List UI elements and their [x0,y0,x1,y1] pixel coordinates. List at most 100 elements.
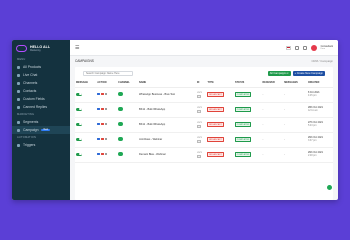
sidebar-item-icon [17,120,20,124]
campaign-id: #571 [196,152,202,159]
sidebar-item[interactable]: Channels [12,79,70,87]
action-cell [96,102,118,118]
campaign-name[interactable]: BK11 - Bulk WhatsApp [138,117,196,133]
receiver-cell: - [261,87,284,103]
campaign-name[interactable]: WhatsApp Business - Bius Test [138,87,196,103]
sidebar-item[interactable]: Triggers [12,141,70,149]
user-info[interactable]: Consultant Free [321,45,333,50]
breadcrumb-home[interactable]: CRM [312,59,318,63]
create-campaign-button[interactable]: + Create New Campaign [292,70,325,76]
copy-id-icon[interactable] [196,155,201,159]
status-badge: COMPLETED [234,152,252,157]
id-cell: #571 [195,147,207,163]
created-cell: 26th Oct 2021 2:48 pm [306,147,333,163]
edit-icon[interactable] [97,152,100,156]
sidebar-item[interactable]: Live Chat [12,71,70,79]
language-flag-icon[interactable] [285,45,291,50]
whatsapp-icon [118,136,123,142]
campaign-name[interactable]: JoinClass - Webinar [138,132,196,148]
sidebar-nav: Menu All Products Live Chat Channels Contact… [12,56,70,149]
type-badge: BROADCAST [207,122,224,127]
campaign-id-text: #571 [196,121,202,124]
channel-cell [117,147,139,163]
whatsapp-chat-button[interactable] [326,184,333,191]
message-toggle[interactable] [76,152,82,156]
brand-logo[interactable]: HELLO ALL Marketing [12,40,70,56]
search-input[interactable] [83,70,133,76]
table-row: JoinClass - Webinar #571 BROADCAST COMPLETE… [75,132,333,148]
sidebar-item-label: Contacts [23,89,37,93]
campaign-filter-button[interactable]: All Campaigns ▾ [267,70,291,76]
status-badge: COMPLETED [234,92,252,97]
edit-icon[interactable] [97,137,100,141]
message-toggle[interactable] [76,107,82,111]
sidebar-item-label: Canned Replies [23,105,48,109]
sidebar-item-icon [17,89,20,93]
sidebar: HELLO ALL Marketing Menu All Products Live… [12,40,70,200]
avatar[interactable] [310,44,317,51]
created-cell: 27th Oct 2021 5:43 pm [306,117,333,133]
sidebar-item-icon [17,105,20,109]
message-toggle[interactable] [76,122,82,126]
copy-icon[interactable] [105,107,108,111]
type-badge: BROADCAST [207,137,224,142]
copy-icon[interactable] [105,122,108,126]
copy-id-icon[interactable] [196,125,201,129]
message-cell [75,132,97,148]
copy-icon[interactable] [105,137,108,141]
delete-icon[interactable] [101,137,104,141]
delete-icon[interactable] [101,152,104,156]
sidebar-section-title: Automation [17,136,37,139]
status-cell: COMPLETED [233,132,262,148]
status-cell: COMPLETED [233,102,262,118]
campaign-name[interactable]: Demant Bias - Webinar [138,147,196,163]
sidebar-item-label: Custom Fields [23,97,45,101]
delete-icon[interactable] [101,122,104,126]
edit-icon[interactable] [97,122,100,126]
sidebar-item[interactable]: Custom Fields [12,95,70,103]
sidebar-item[interactable]: Segments [12,118,70,126]
messages-cell: - [283,132,307,148]
fullscreen-icon[interactable] [302,45,307,50]
sidebar-item[interactable]: All Products [12,63,70,71]
table-header: Message Action Channel Name ID Type Status Rece… [75,79,333,88]
messages-cell: - [283,87,307,103]
status-cell: COMPLETED [233,87,262,103]
message-toggle[interactable] [76,137,82,141]
id-cell: #571 [195,117,207,133]
campaign-id: #571 [196,92,202,99]
copy-id-icon[interactable] [196,140,201,144]
sidebar-item[interactable]: Campaign New [12,126,70,134]
type-cell: BROADCAST [206,102,234,118]
sidebar-item-icon [17,81,20,85]
whatsapp-icon [118,106,123,112]
edit-icon[interactable] [97,107,100,111]
created-time: 12:11 am [307,108,318,112]
sidebar-item-icon [17,128,20,132]
sidebar-item[interactable]: Contacts [12,87,70,95]
status-badge: COMPLETED [234,107,252,112]
copy-id-icon[interactable] [196,110,201,114]
messages-cell: - [283,102,307,118]
sidebar-item[interactable]: Canned Replies [12,103,70,111]
delete-icon[interactable] [101,92,104,96]
created-cell: 8 Oct 2021 4:45 pm [306,87,333,103]
delete-icon[interactable] [101,107,104,111]
channel-cell [117,132,139,148]
column-header: Action [96,79,118,88]
copy-icon[interactable] [105,152,108,156]
table-body: WhatsApp Business - Bius Test #571 BROADCA… [75,87,333,163]
sidebar-section-title: Menu [17,58,26,61]
menu-toggle-icon[interactable]: ☰ [75,45,79,51]
new-badge: New [41,129,51,131]
notification-icon[interactable] [294,45,299,50]
table-row: Demant Bias - Webinar #571 BROADCAST COMPLE… [75,147,333,163]
copy-icon[interactable] [105,92,108,96]
campaign-id-text: #571 [196,136,202,139]
sidebar-item-icon [17,97,20,101]
copy-id-icon[interactable] [196,95,201,99]
edit-icon[interactable] [97,92,100,96]
message-toggle[interactable] [76,92,82,96]
column-header: Channel [117,79,139,88]
campaign-name[interactable]: BK11 - Bulk WhatsApp [138,102,196,118]
